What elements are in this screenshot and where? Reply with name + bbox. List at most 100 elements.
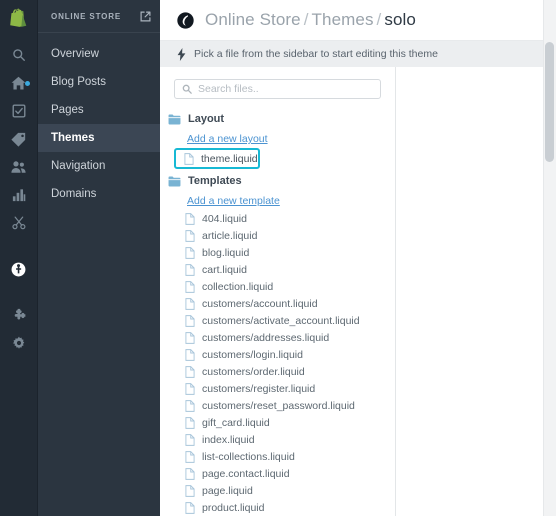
file-name: product.liquid [202, 501, 265, 514]
file-name: page.liquid [202, 484, 253, 497]
notice-bar: Pick a file from the sidebar to start ed… [160, 41, 556, 67]
file-name: article.liquid [202, 229, 258, 242]
tree-group-label: Templates [188, 175, 242, 187]
file-row-highlighted[interactable]: theme.liquid [174, 148, 260, 169]
section-sidebar: ONLINE STORE Overview Blog Posts Pages Them… [38, 0, 160, 516]
file-row[interactable]: customers/activate_account.liquid [160, 312, 395, 329]
file-row[interactable]: customers/addresses.liquid [160, 329, 395, 346]
breadcrumb-sep-1: / [303, 10, 309, 29]
file-icon [185, 280, 195, 293]
file-row[interactable]: page.liquid [160, 482, 395, 499]
sidebar-item-label: Themes [51, 132, 95, 144]
global-icon-rail [0, 0, 38, 516]
sidebar-item-label: Blog Posts [51, 76, 106, 88]
file-icon [185, 382, 195, 395]
file-row[interactable]: gift_card.liquid [160, 414, 395, 431]
file-row[interactable]: page.contact.liquid [160, 465, 395, 482]
sidebar-item-label: Navigation [51, 160, 106, 172]
sidebar-title: ONLINE STORE [51, 11, 122, 21]
file-row[interactable]: customers/login.liquid [160, 346, 395, 363]
file-icon [185, 501, 195, 514]
sidebar-item-label: Overview [51, 48, 99, 60]
bolt-icon [177, 47, 186, 61]
page-scrollbar-thumb[interactable] [545, 42, 554, 162]
file-name: index.liquid [202, 433, 255, 446]
sidebar-item-pages[interactable]: Pages [38, 96, 160, 124]
file-tree: Layout Add a new layout theme.liquid Templa… [160, 99, 395, 516]
sidebar-item-domains[interactable]: Domains [38, 180, 160, 208]
file-icon [185, 297, 195, 310]
customers-icon[interactable] [0, 153, 38, 181]
file-row[interactable]: collection.liquid [160, 278, 395, 295]
file-icon [185, 467, 195, 480]
orders-icon[interactable] [0, 97, 38, 125]
external-link-icon[interactable] [140, 11, 151, 22]
products-tag-icon[interactable] [0, 125, 38, 153]
breadcrumb: Online Store / Themes / solo [205, 10, 416, 30]
shopify-mark-icon [176, 11, 195, 30]
folder-icon [168, 176, 181, 187]
reports-bar-chart-icon[interactable] [0, 181, 38, 209]
sidebar-nav-list: Overview Blog Posts Pages Themes Navigation D… [38, 33, 160, 208]
sidebar-item-themes[interactable]: Themes [38, 124, 160, 152]
search-wrapper [160, 79, 395, 99]
file-name: page.contact.liquid [202, 467, 290, 480]
file-row[interactable]: list-collections.liquid [160, 448, 395, 465]
online-store-globe-icon[interactable] [0, 255, 38, 283]
file-row[interactable]: cart.liquid [160, 261, 395, 278]
file-name: blog.liquid [202, 246, 250, 259]
notice-text: Pick a file from the sidebar to start ed… [194, 48, 438, 60]
file-row[interactable]: customers/reset_password.liquid [160, 397, 395, 414]
settings-gear-icon[interactable] [0, 329, 38, 357]
file-name: collection.liquid [202, 280, 274, 293]
apps-puzzle-icon[interactable] [0, 301, 38, 329]
file-icon [185, 365, 195, 378]
file-name: cart.liquid [202, 263, 247, 276]
file-icon [185, 229, 195, 242]
breadcrumb-current: solo [384, 10, 416, 29]
add-new-templates-link[interactable]: Add a new template [160, 192, 395, 210]
file-name: customers/login.liquid [202, 348, 303, 361]
sidebar-item-blog-posts[interactable]: Blog Posts [38, 68, 160, 96]
sidebar-item-overview[interactable]: Overview [38, 40, 160, 68]
file-row[interactable]: customers/account.liquid [160, 295, 395, 312]
file-row[interactable]: product.liquid [160, 499, 395, 516]
notification-badge [24, 81, 30, 86]
file-icon [185, 212, 195, 225]
sidebar-header: ONLINE STORE [38, 0, 160, 33]
home-icon[interactable] [0, 69, 38, 97]
tree-group-templates: Templates [160, 172, 395, 190]
file-name: list-collections.liquid [202, 450, 295, 463]
file-icon [185, 399, 195, 412]
search-files-box[interactable] [174, 79, 381, 99]
breadcrumb-root[interactable]: Online Store [205, 10, 301, 29]
sidebar-item-navigation[interactable]: Navigation [38, 152, 160, 180]
search-icon [182, 84, 192, 94]
content-area: Layout Add a new layout theme.liquid Templa… [160, 67, 556, 516]
file-row[interactable]: blog.liquid [160, 244, 395, 261]
theme-editor-page: ONLINE STORE Overview Blog Posts Pages Them… [0, 0, 556, 516]
file-name: customers/addresses.liquid [202, 331, 330, 344]
search-input[interactable] [198, 83, 373, 95]
file-row[interactable]: customers/order.liquid [160, 363, 395, 380]
file-name: customers/order.liquid [202, 365, 305, 378]
shopify-logo[interactable] [0, 0, 38, 34]
breadcrumb-bar: Online Store / Themes / solo [160, 0, 556, 41]
file-row[interactable]: article.liquid [160, 227, 395, 244]
discounts-scissors-icon[interactable] [0, 209, 38, 237]
file-icon [184, 152, 194, 165]
breadcrumb-section[interactable]: Themes [312, 10, 374, 29]
editor-placeholder-area [396, 67, 556, 516]
file-icon [185, 314, 195, 327]
search-icon[interactable] [0, 41, 38, 69]
tree-group-label: Layout [188, 113, 225, 125]
file-sidebar: Layout Add a new layout theme.liquid Templa… [160, 67, 396, 516]
file-name: gift_card.liquid [202, 416, 270, 429]
tree-group-layout: Layout [160, 110, 395, 128]
file-row[interactable]: customers/register.liquid [160, 380, 395, 397]
add-new-layout-link[interactable]: Add a new layout [160, 130, 395, 148]
file-icon [185, 416, 195, 429]
file-row[interactable]: index.liquid [160, 431, 395, 448]
file-row[interactable]: 404.liquid [160, 210, 395, 227]
page-scrollbar[interactable] [543, 0, 556, 516]
